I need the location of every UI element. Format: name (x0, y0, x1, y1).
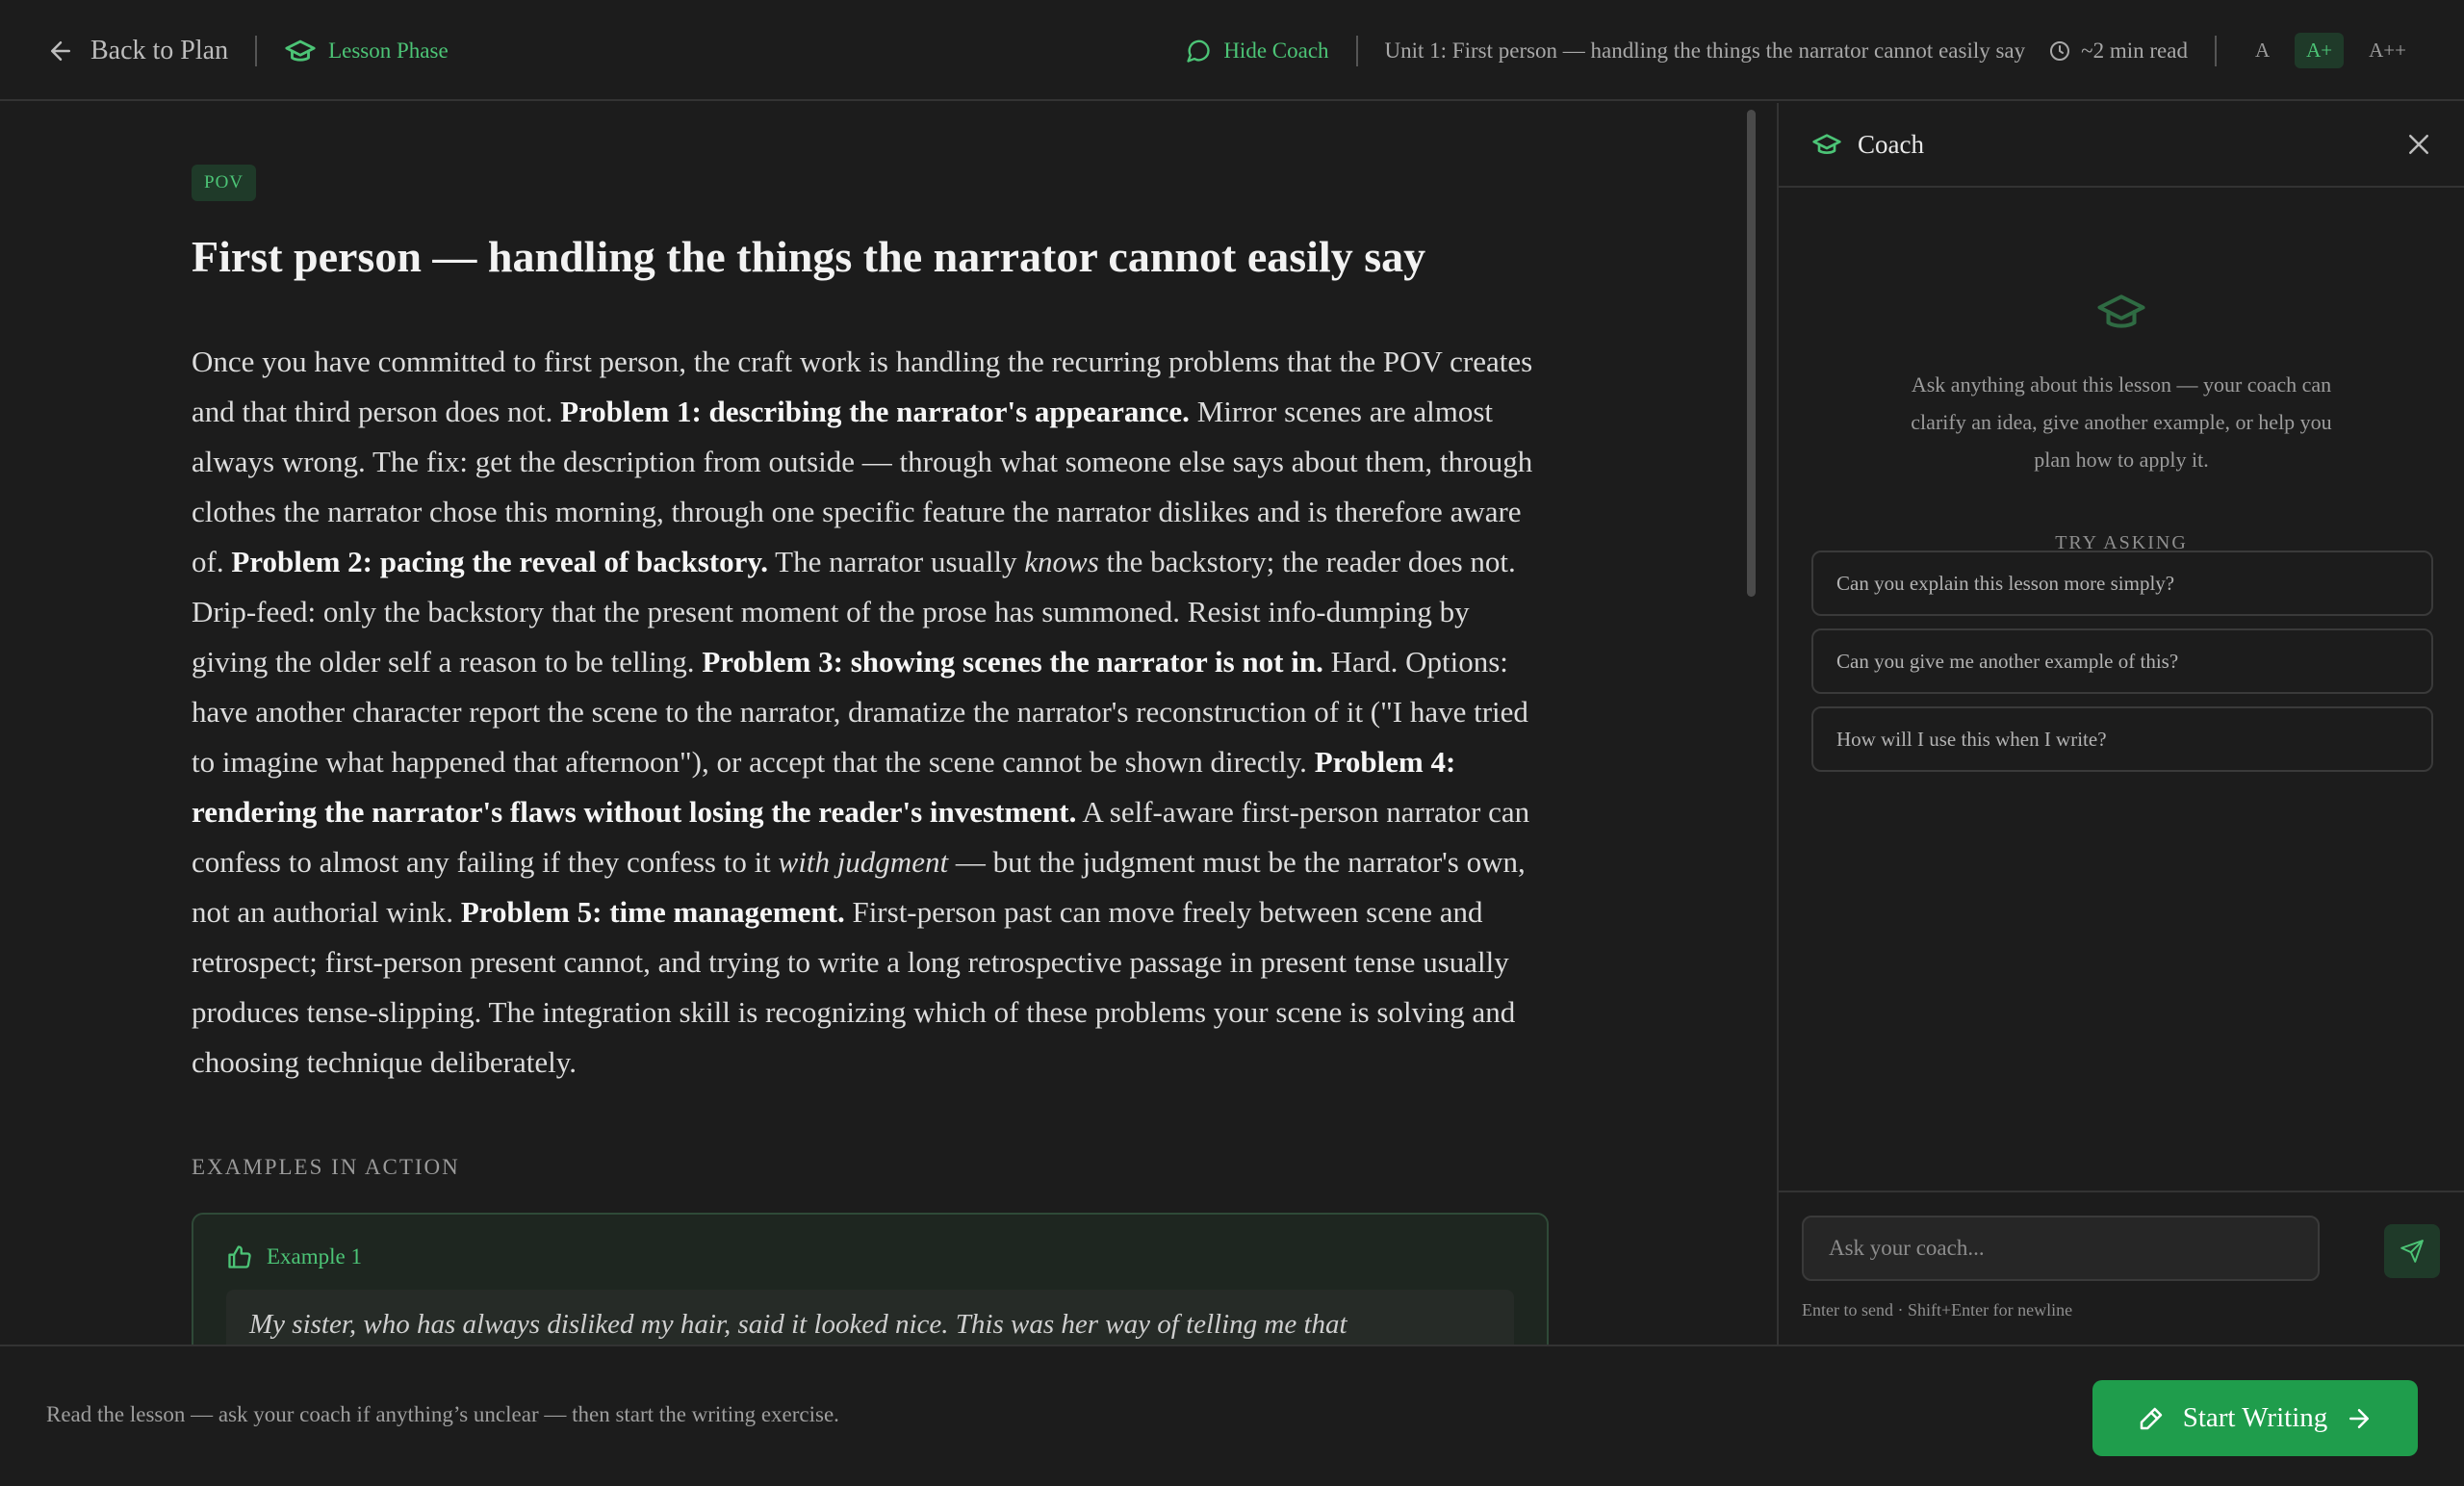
font-size-toggle: A A+ A++ (2244, 33, 2418, 68)
graduation-cap-icon (1812, 134, 1841, 154)
coach-title: Coach (1858, 129, 1924, 159)
problem-heading: Problem 5: time management. (460, 895, 845, 930)
thumbs-up-icon (228, 1245, 251, 1268)
example-label: Example 1 (267, 1244, 362, 1269)
start-writing-button[interactable]: Start Writing (2092, 1380, 2418, 1456)
font-size-large-button[interactable]: A++ (2357, 33, 2418, 68)
emphasis-text: knows (1024, 545, 1099, 579)
font-size-medium-button[interactable]: A+ (2295, 33, 2345, 68)
lesson-content-area: POV First person — handling the things t… (0, 103, 1777, 1345)
footer-bar: Read the lesson — ask your coach if anyt… (0, 1345, 2464, 1486)
examples-heading: EXAMPLES IN ACTION (192, 1155, 460, 1180)
suggestion-button[interactable]: Can you explain this lesson more simply? (1811, 551, 2433, 616)
unit-title: Unit 1: First person — handling the thin… (1384, 38, 2026, 63)
send-icon (2400, 1240, 2424, 1263)
suggestion-button[interactable]: Can you give me another example of this? (1811, 628, 2433, 694)
header-left: Back to Plan Lesson Phase (46, 0, 449, 101)
read-time: ~2 min read (2048, 38, 2188, 64)
example-header: Example 1 (226, 1243, 1514, 1270)
start-writing-label: Start Writing (2182, 1402, 2328, 1433)
read-time-label: ~2 min read (2081, 38, 2188, 63)
suggestion-list: Can you explain this lesson more simply?… (1811, 551, 2433, 784)
lesson-title: First person — handling the things the n… (192, 232, 1426, 281)
header-divider (2214, 35, 2217, 66)
footer-message: Read the lesson — ask your coach if anyt… (46, 1402, 839, 1426)
lesson-tag: POV (192, 165, 257, 201)
coach-description: Ask anything about this lesson — your co… (1911, 372, 2332, 472)
problem-heading: Problem 3: showing scenes the narrator i… (702, 645, 1323, 679)
example-card: Example 1 My sister, who has always disl… (192, 1213, 1549, 1345)
arrow-right-icon (2349, 1408, 2370, 1428)
header-divider (1355, 35, 1358, 66)
coach-panel: Coach Ask anything about this lesson — y… (1777, 103, 2464, 1345)
coach-input-hint: Enter to send · Shift+Enter for newline (1802, 1300, 2073, 1319)
lesson-body: Once you have committed to first person,… (192, 337, 1549, 1088)
top-bar: Back to Plan Lesson Phase Hide Coach Uni… (0, 0, 2464, 101)
coach-message-input[interactable]: Ask your coach... (1802, 1216, 2320, 1281)
pen-icon (2140, 1407, 2162, 1429)
back-to-plan-label: Back to Plan (90, 35, 229, 65)
graduation-cap-icon (285, 39, 316, 62)
lesson-phase-label: Lesson Phase (328, 38, 449, 63)
hide-coach-button[interactable]: Hide Coach (1185, 38, 1329, 64)
lesson-content: POV First person — handling the things t… (192, 165, 1549, 1345)
header-divider (255, 35, 258, 66)
close-icon[interactable] (2404, 130, 2433, 159)
back-to-plan-button[interactable]: Back to Plan (46, 36, 228, 66)
clock-icon (2050, 40, 2070, 61)
font-size-small-button[interactable]: A (2244, 33, 2281, 68)
arrow-left-icon (51, 40, 70, 61)
send-button[interactable] (2384, 1224, 2440, 1278)
coach-input-area: Ask your coach... Enter to send · Shift+… (1779, 1191, 2464, 1345)
coach-empty-state: Ask anything about this lesson — your co… (1779, 286, 2464, 554)
example-quote: My sister, who has always disliked my ha… (226, 1290, 1514, 1345)
chat-bubble-icon (1187, 39, 1210, 63)
emphasis-text: with judgment (778, 845, 949, 880)
problem-heading: Problem 2: pacing the reveal of backstor… (231, 545, 768, 579)
hide-coach-label: Hide Coach (1223, 38, 1329, 63)
lesson-phase-indicator: Lesson Phase (284, 35, 449, 67)
coach-header: Coach (1779, 103, 2464, 188)
scrollbar-thumb[interactable] (1747, 110, 1756, 597)
header-right: Hide Coach Unit 1: First person — handli… (1185, 0, 2418, 101)
graduation-cap-icon (2097, 295, 2145, 328)
suggestion-button[interactable]: How will I use this when I write? (1811, 706, 2433, 772)
problem-heading: Problem 1: describing the narrator's app… (560, 395, 1190, 429)
body-text-segment: The narrator usually (767, 545, 1025, 579)
